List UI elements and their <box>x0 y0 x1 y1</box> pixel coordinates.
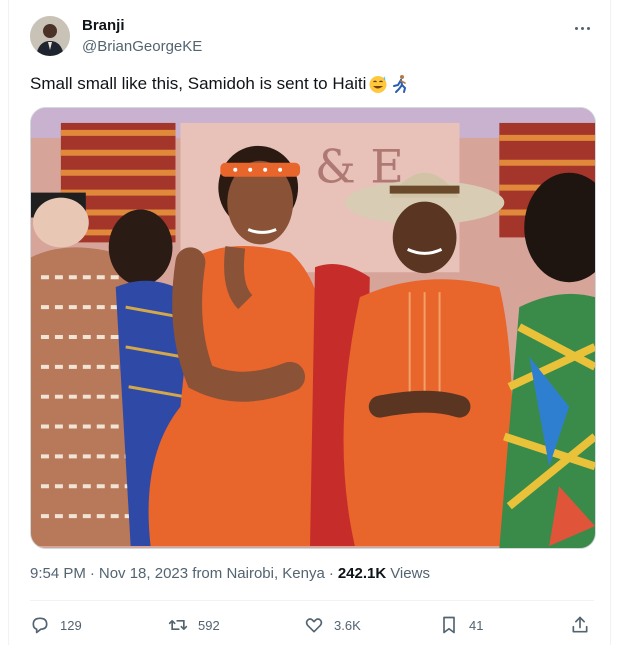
tweet-card: Branji @BrianGeorgeKE Small small like t… <box>8 0 611 645</box>
reply-icon <box>32 617 48 634</box>
retweet-count: 592 <box>198 617 220 633</box>
reply-button[interactable]: 129 <box>30 612 82 638</box>
meta-separator: · <box>328 565 334 582</box>
tweet-body: Small small like this, Samidoh is sent t… <box>30 74 367 93</box>
tweet-meta: 9:54 PM · Nov 18, 2023 from Nairobi, Ken… <box>30 565 430 582</box>
share-button[interactable] <box>570 612 590 638</box>
bookmark-icon <box>443 616 455 634</box>
action-bar: 129 592 3.6K 41 <box>30 612 596 638</box>
heart-icon <box>305 618 323 633</box>
reply-count: 129 <box>60 617 82 633</box>
bookmark-button[interactable]: 41 <box>439 612 483 638</box>
retweet-button[interactable]: 592 <box>168 612 220 638</box>
like-count: 3.6K <box>334 617 361 633</box>
tweet-date-location[interactable]: Nov 18, 2023 from Nairobi, Kenya <box>99 565 325 582</box>
author-avatar[interactable] <box>30 16 70 56</box>
more-options-icon[interactable] <box>572 18 592 38</box>
retweet-icon <box>168 620 188 630</box>
share-icon <box>572 616 588 633</box>
sweat-smile-emoji-icon <box>369 76 387 93</box>
tweet-text: Small small like this, Samidoh is sent t… <box>30 72 410 96</box>
divider <box>30 600 594 601</box>
tweet-photo[interactable]: & E <box>30 107 596 549</box>
tweet-time[interactable]: 9:54 PM <box>30 565 86 582</box>
running-man-emoji-icon <box>393 75 407 93</box>
author-display-name[interactable]: Branji <box>82 17 125 34</box>
like-button[interactable]: 3.6K <box>304 612 361 638</box>
meta-separator: · <box>89 565 95 582</box>
bookmark-count: 41 <box>469 617 484 633</box>
author-handle[interactable]: @BrianGeorgeKE <box>82 38 202 55</box>
views-label: Views <box>390 565 430 582</box>
views-count[interactable]: 242.1K <box>338 565 386 582</box>
